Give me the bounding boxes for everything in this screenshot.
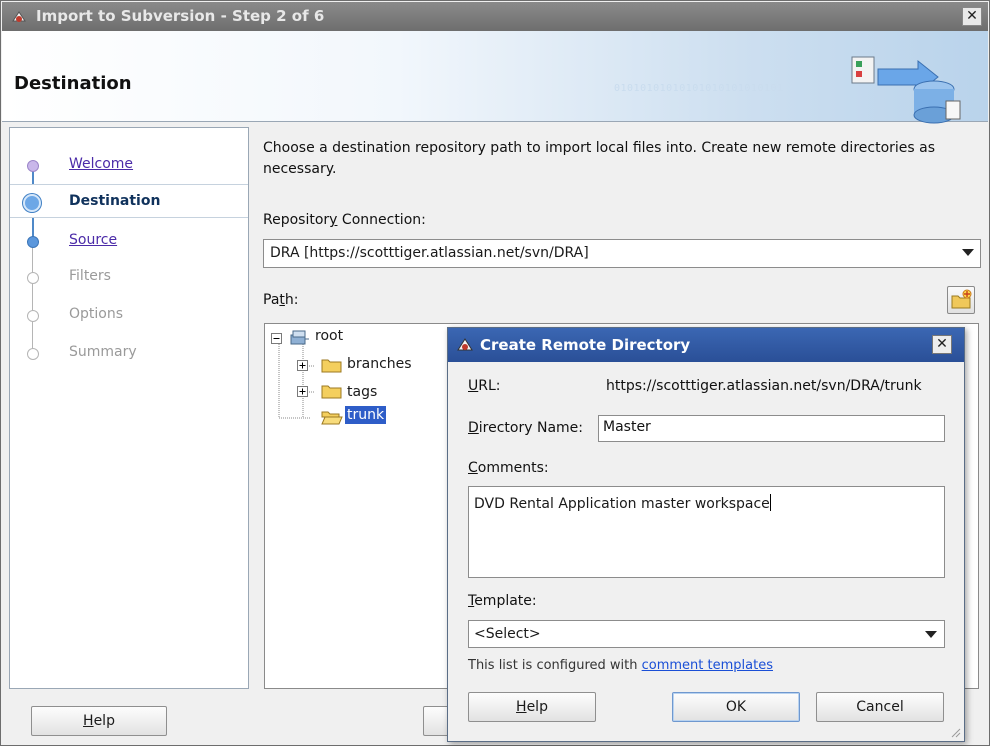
label-mnemonic: U xyxy=(468,378,479,394)
label-text: irectory Name: xyxy=(478,420,583,436)
path-label: Path: xyxy=(263,292,299,308)
step-destination[interactable]: Destination xyxy=(10,184,248,218)
help-button[interactable]: Help xyxy=(31,706,167,736)
wizard-steps-panel: Welcome Destination Source Filters Optio… xyxy=(9,127,249,689)
tree-node-label: tags xyxy=(347,384,378,400)
step-welcome[interactable]: Welcome xyxy=(10,148,248,182)
close-button[interactable]: ✕ xyxy=(962,7,982,26)
step-dot-icon xyxy=(27,272,39,284)
step-source[interactable]: Source xyxy=(10,224,248,258)
step-label: Welcome xyxy=(69,156,134,172)
label-text: omments: xyxy=(477,460,549,476)
step-filters: Filters xyxy=(10,260,248,294)
page-title: Destination xyxy=(14,73,132,94)
dialog-help-button[interactable]: Help xyxy=(468,692,596,722)
step-summary: Summary xyxy=(10,336,248,370)
repository-connection-value: DRA [https://scotttiger.atlassian.net/sv… xyxy=(270,245,589,261)
resize-grip-icon[interactable] xyxy=(949,726,961,738)
tree-node-label: trunk xyxy=(345,406,387,424)
comments-textarea[interactable]: DVD Rental Application master workspace xyxy=(468,486,945,578)
step-current-dot-icon xyxy=(23,194,41,212)
label-mnemonic: D xyxy=(468,420,479,436)
url-label: URL: xyxy=(468,378,501,394)
url-value: https://scotttiger.atlassian.net/svn/DRA… xyxy=(606,378,922,394)
app-icon xyxy=(12,11,26,22)
directory-name-label: Directory Name: xyxy=(468,420,583,436)
button-label: elp xyxy=(526,699,548,715)
step-dot-icon xyxy=(27,160,39,172)
repository-root-icon xyxy=(290,330,309,345)
window-title: Import to Subversion - Step 2 of 6 xyxy=(36,7,325,25)
button-label: elp xyxy=(93,713,115,729)
import-wizard-window: Import to Subversion - Step 2 of 6 ✕ Des… xyxy=(0,0,990,746)
template-note: This list is configured with comment tem… xyxy=(468,658,773,673)
ok-button[interactable]: OK xyxy=(672,692,800,722)
app-icon xyxy=(457,338,473,351)
repository-connection-dropdown[interactable]: DRA [https://scotttiger.atlassian.net/sv… xyxy=(263,239,981,268)
button-mnemonic: H xyxy=(516,699,527,715)
directory-name-input[interactable]: Master xyxy=(598,415,945,442)
expand-icon xyxy=(297,360,308,371)
step-label: Summary xyxy=(69,344,137,360)
comment-templates-link[interactable]: comment templates xyxy=(642,658,773,673)
new-folder-icon xyxy=(951,289,972,309)
comments-label: Comments: xyxy=(468,460,549,476)
dialog-title-bar: Create Remote Directory ✕ xyxy=(448,328,964,362)
template-label: Template: xyxy=(468,593,537,609)
page-description: Choose a destination repository path to … xyxy=(263,140,936,177)
step-dot-icon xyxy=(27,348,39,360)
text-caret xyxy=(769,494,771,511)
step-label: Filters xyxy=(69,268,111,284)
button-mnemonic: H xyxy=(83,713,94,729)
step-dot-icon xyxy=(27,236,39,248)
step-dot-icon xyxy=(27,310,39,322)
close-button[interactable]: ✕ xyxy=(932,335,952,354)
header-decoration-text: 01010101010101010101010101 xyxy=(614,83,784,94)
step-options: Options xyxy=(10,298,248,332)
label-text: Repositor xyxy=(263,212,330,228)
collapse-icon xyxy=(271,333,282,344)
note-text: This list is configured with xyxy=(468,658,642,673)
step-label: Options xyxy=(69,306,124,322)
comments-text: DVD Rental Application master workspace xyxy=(474,494,771,512)
dialog-title: Create Remote Directory xyxy=(480,336,691,354)
step-label: Source xyxy=(69,232,118,248)
label-text: Pa xyxy=(263,292,280,308)
tree-node-label: root xyxy=(315,328,344,344)
chevron-down-icon xyxy=(925,631,937,638)
label-text: emplate: xyxy=(474,593,537,609)
folder-icon xyxy=(321,385,342,399)
template-dropdown[interactable]: <Select> xyxy=(468,620,945,648)
step-label: Destination xyxy=(69,193,161,209)
comments-value: DVD Rental Application master workspace xyxy=(474,496,770,512)
create-remote-directory-dialog: Create Remote Directory ✕ URL: https://s… xyxy=(447,327,965,742)
label-mnemonic: C xyxy=(468,460,478,476)
chevron-down-icon xyxy=(962,249,974,256)
template-value: <Select> xyxy=(474,626,541,642)
repository-graphic-icon xyxy=(851,56,961,124)
tree-node-label: branches xyxy=(347,356,412,372)
wizard-header: Destination 01010101010101010101010101 xyxy=(2,31,988,124)
label-text: RL: xyxy=(478,378,501,394)
expand-icon xyxy=(297,386,308,397)
folder-icon xyxy=(321,359,342,373)
create-remote-directory-button[interactable] xyxy=(947,286,975,314)
repository-connection-label: Repository Connection: xyxy=(263,212,426,228)
cancel-button[interactable]: Cancel xyxy=(816,692,944,722)
label-text: Connection: xyxy=(337,212,426,228)
open-folder-icon xyxy=(321,411,343,425)
label-text: h: xyxy=(284,292,299,308)
title-bar: Import to Subversion - Step 2 of 6 ✕ xyxy=(2,2,988,31)
